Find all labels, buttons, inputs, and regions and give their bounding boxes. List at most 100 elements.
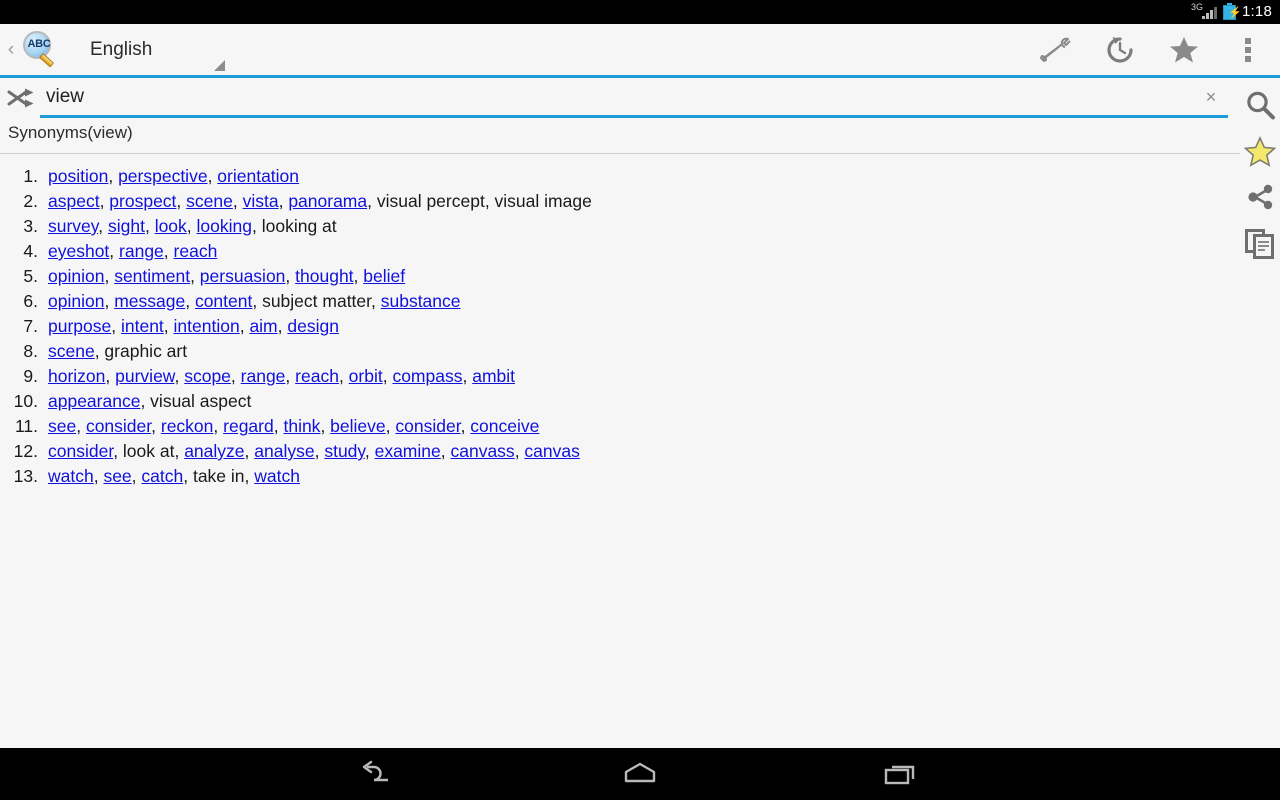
synonym-link[interactable]: aspect xyxy=(48,191,100,211)
synonym-link[interactable]: prospect xyxy=(109,191,176,211)
list-item: 5. opinion, sentiment, persuasion, though… xyxy=(0,264,1230,289)
overflow-menu-icon[interactable] xyxy=(1216,23,1280,77)
synonym-plain-text: , graphic art xyxy=(94,341,188,361)
list-item-number: 12. xyxy=(13,441,38,461)
synonym-link[interactable]: catch xyxy=(141,466,183,486)
synonym-link[interactable]: design xyxy=(287,316,339,336)
synonym-link[interactable]: orientation xyxy=(217,166,299,186)
synonym-plain-text: , xyxy=(273,416,284,436)
synonym-link[interactable]: panorama xyxy=(288,191,367,211)
synonym-plain-text: , xyxy=(163,316,174,336)
search-icon[interactable] xyxy=(1240,82,1280,128)
synonym-link[interactable]: study xyxy=(324,441,365,461)
star-icon[interactable] xyxy=(1152,23,1216,77)
clear-icon[interactable]: × xyxy=(1200,86,1222,108)
synonym-link[interactable]: opinion xyxy=(48,291,104,311)
search-row: × xyxy=(0,78,1240,118)
back-chevron-icon[interactable]: ‹ xyxy=(2,40,20,59)
synonym-plain-text: , subject matter, xyxy=(252,291,381,311)
synonym-link[interactable]: intention xyxy=(174,316,240,336)
list-item-number: 3. xyxy=(23,216,38,236)
synonym-link[interactable]: watch xyxy=(48,466,94,486)
synonym-link[interactable]: compass xyxy=(392,366,462,386)
list-item: 1. position, perspective, orientation xyxy=(0,164,1230,189)
synonym-plain-text: , xyxy=(230,366,241,386)
synonym-link[interactable]: range xyxy=(241,366,286,386)
synonym-link[interactable]: purpose xyxy=(48,316,111,336)
synonym-plain-text: , xyxy=(314,441,325,461)
synonym-link[interactable]: belief xyxy=(363,266,405,286)
synonym-link[interactable]: see xyxy=(103,466,131,486)
synonym-link[interactable]: persuasion xyxy=(200,266,286,286)
search-field-wrapper[interactable]: × xyxy=(40,78,1228,118)
synonym-link[interactable]: conceive xyxy=(470,416,539,436)
list-item: 8. scene, graphic art xyxy=(0,339,1230,364)
recents-icon[interactable] xyxy=(865,748,935,800)
synonym-link[interactable]: content xyxy=(195,291,252,311)
synonym-link[interactable]: aim xyxy=(249,316,277,336)
synonym-link[interactable]: scene xyxy=(186,191,233,211)
synonym-link[interactable]: survey xyxy=(48,216,98,236)
synonym-link[interactable]: purview xyxy=(115,366,174,386)
history-icon[interactable] xyxy=(1088,23,1152,77)
synonym-link[interactable]: message xyxy=(114,291,185,311)
copy-icon[interactable] xyxy=(1240,220,1280,266)
synonym-link[interactable]: consider xyxy=(395,416,460,436)
bookmark-star-icon[interactable] xyxy=(1240,128,1280,174)
synonym-link[interactable]: believe xyxy=(330,416,385,436)
synonym-link[interactable]: watch xyxy=(254,466,300,486)
synonym-link[interactable]: canvas xyxy=(524,441,579,461)
synonym-link[interactable]: reach xyxy=(295,366,339,386)
synonym-link[interactable]: substance xyxy=(381,291,461,311)
language-selector-label[interactable]: English xyxy=(90,39,152,61)
spinner-caret-icon[interactable] xyxy=(214,60,226,71)
synonym-link[interactable]: orbit xyxy=(349,366,383,386)
synonym-link[interactable]: analyze xyxy=(184,441,244,461)
synonym-link[interactable]: horizon xyxy=(48,366,105,386)
synonym-link[interactable]: look xyxy=(155,216,187,236)
synonym-link[interactable]: analyse xyxy=(254,441,314,461)
synonym-link[interactable]: see xyxy=(48,416,76,436)
synonym-link[interactable]: reckon xyxy=(161,416,214,436)
synonym-link[interactable]: consider xyxy=(48,441,113,461)
synonym-link[interactable]: reach xyxy=(174,241,218,261)
synonym-link[interactable]: perspective xyxy=(118,166,208,186)
synonym-link[interactable]: intent xyxy=(121,316,164,336)
home-icon[interactable] xyxy=(605,748,675,800)
synonym-link[interactable]: range xyxy=(119,241,164,261)
list-item: 13. watch, see, catch, take in, watch xyxy=(0,464,1230,489)
synonym-plain-text: , xyxy=(105,366,116,386)
synonym-link[interactable]: canvass xyxy=(450,441,514,461)
synonym-link[interactable]: sight xyxy=(108,216,145,236)
synonym-plain-text: , xyxy=(213,416,224,436)
app-logo-icon[interactable]: ABC xyxy=(20,29,62,71)
synonym-link[interactable]: ambit xyxy=(472,366,515,386)
synonym-link[interactable]: sentiment xyxy=(114,266,190,286)
synonym-link[interactable]: position xyxy=(48,166,108,186)
synonym-plain-text: , xyxy=(186,216,197,236)
synonym-link[interactable]: regard xyxy=(223,416,274,436)
list-item-number: 6. xyxy=(23,291,38,311)
synonym-plain-text: , xyxy=(108,166,119,186)
wrench-icon[interactable] xyxy=(1024,23,1088,77)
list-item: 7. purpose, intent, intention, aim, desig… xyxy=(0,314,1230,339)
synonym-plain-text: , xyxy=(185,291,195,311)
synonym-link[interactable]: vista xyxy=(243,191,279,211)
synonym-link[interactable]: opinion xyxy=(48,266,104,286)
swap-languages-icon[interactable] xyxy=(2,86,40,110)
synonym-link[interactable]: appearance xyxy=(48,391,140,411)
synonym-plain-text: , xyxy=(278,191,289,211)
synonym-link[interactable]: think xyxy=(283,416,320,436)
back-icon[interactable] xyxy=(345,748,415,800)
status-bar: 3G ⚡ 1:18 xyxy=(0,0,1280,24)
synonym-link[interactable]: scope xyxy=(184,366,231,386)
synonym-link[interactable]: eyeshot xyxy=(48,241,109,261)
share-icon[interactable] xyxy=(1240,174,1280,220)
search-input[interactable] xyxy=(40,84,1186,109)
synonym-link[interactable]: scene xyxy=(48,341,95,361)
battery-charging-icon: ⚡ xyxy=(1223,2,1242,20)
synonym-link[interactable]: examine xyxy=(375,441,441,461)
synonym-link[interactable]: thought xyxy=(295,266,353,286)
synonym-link[interactable]: looking xyxy=(197,216,252,236)
synonym-link[interactable]: consider xyxy=(86,416,151,436)
